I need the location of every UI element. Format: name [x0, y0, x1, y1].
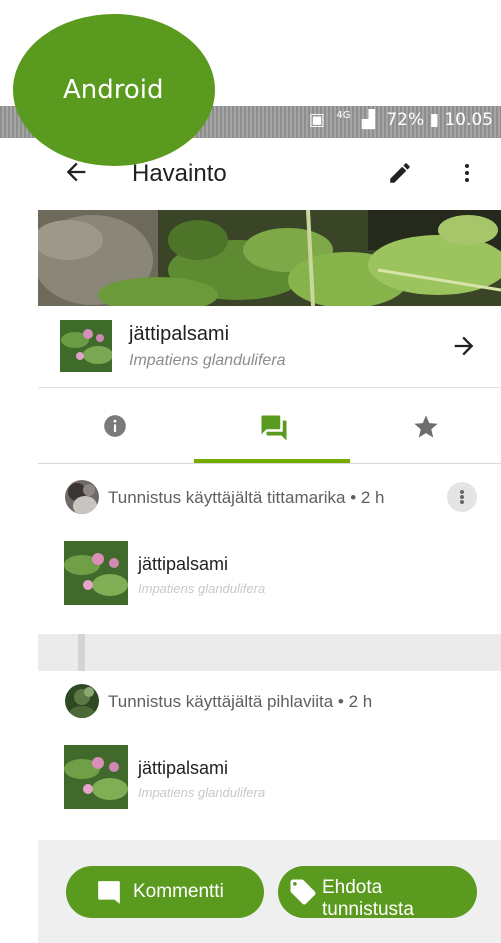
suggest-button-label: Ehdota tunnistusta [322, 877, 414, 918]
identification-scientific-name: Impatiens glandulifera [138, 785, 266, 800]
comment-button[interactable]: Kommentti [66, 866, 264, 918]
android-badge-label: Android [63, 75, 164, 105]
identification-common-name: jättipalsami [138, 758, 229, 778]
battery-icon: ▮ [429, 110, 439, 130]
nfc-icon: ▣ [308, 110, 325, 130]
bottom-action-bar: Kommentti Ehdota tunnistusta [38, 840, 501, 943]
activity-header-text: Tunnistus käyttäjältä tittamarika • 2 h [108, 488, 385, 507]
tab-bar [38, 388, 501, 464]
avatar[interactable] [65, 684, 99, 718]
info-icon [104, 415, 126, 437]
identification-thumbnail[interactable] [64, 541, 128, 605]
activity-item-header: Tunnistus käyttäjältä tittamarika • 2 h [38, 464, 501, 514]
avatar[interactable] [65, 480, 99, 514]
tab-favorites[interactable] [348, 388, 501, 464]
signal-icon: ▟ [361, 110, 375, 130]
tab-activity[interactable] [194, 388, 348, 464]
observation-screen: Android ▣ 4G ▟ 72% ▮ 10.05 Havainto jätt… [0, 0, 501, 943]
taxon-scientific-name: Impatiens glandulifera [129, 352, 286, 369]
comments-icon [261, 415, 287, 441]
taxon-common-name: jättipalsami [129, 323, 230, 345]
android-badge: Android [13, 14, 215, 166]
activity-separator [38, 634, 501, 671]
star-icon [414, 415, 438, 438]
observation-photo[interactable] [38, 210, 501, 306]
battery-percent: 72% [386, 110, 425, 130]
clock: 10.05 [444, 110, 493, 130]
identification-common-name: jättipalsami [138, 554, 229, 574]
comment-button-label: Kommentti [133, 881, 224, 902]
network-type-icon: 4G [336, 110, 351, 121]
identification-scientific-name: Impatiens glandulifera [138, 581, 266, 596]
edit-pencil-icon[interactable] [387, 160, 413, 186]
identification-thumbnail[interactable] [64, 745, 128, 809]
taxon-row[interactable]: jättipalsami Impatiens glandulifera [38, 306, 501, 388]
active-tab-indicator [194, 459, 350, 463]
page-title: Havainto [132, 160, 227, 187]
forward-arrow-icon[interactable] [450, 332, 478, 360]
activity-more-button[interactable] [447, 482, 477, 512]
more-vert-icon[interactable] [455, 160, 479, 186]
taxon-thumbnail [60, 320, 112, 372]
suggest-identification-button[interactable]: Ehdota tunnistusta [278, 866, 477, 918]
activity-header-text: Tunnistus käyttäjältä pihlaviita • 2 h [108, 692, 373, 711]
comment-icon [98, 881, 120, 904]
activity-item-header: Tunnistus käyttäjältä pihlaviita • 2 h [38, 671, 501, 721]
tab-info[interactable] [38, 388, 192, 464]
tag-icon [290, 879, 316, 905]
